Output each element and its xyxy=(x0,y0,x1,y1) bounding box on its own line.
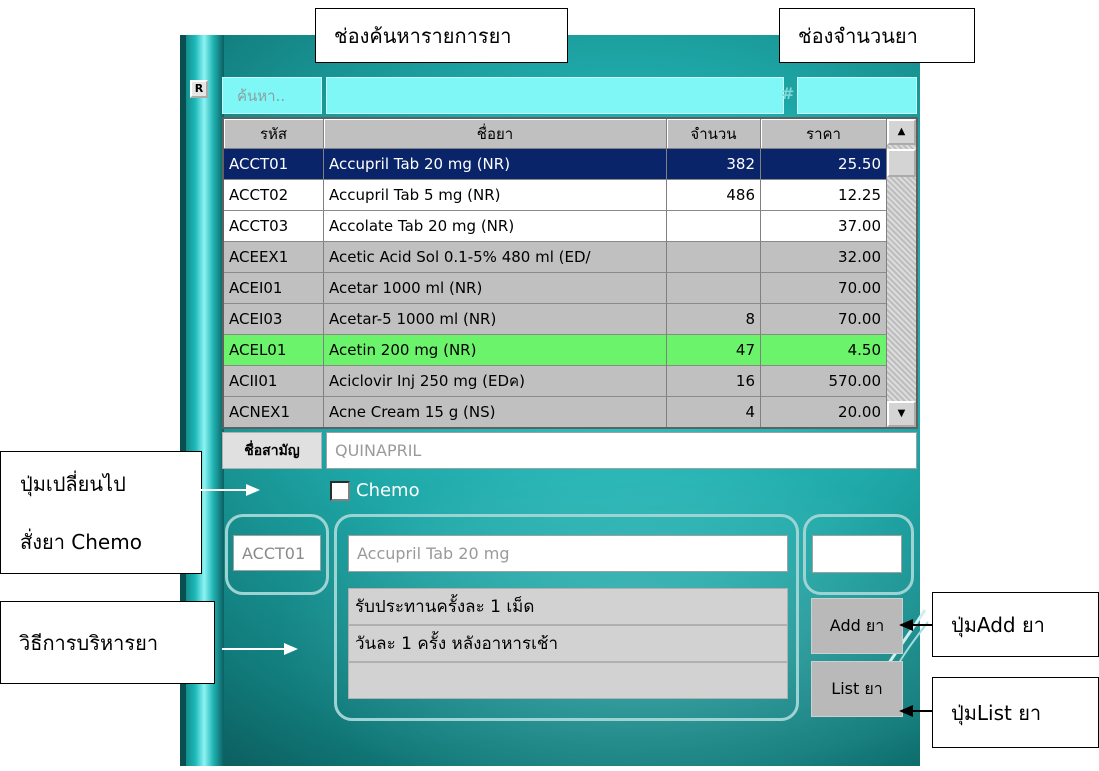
cell-price: 70.00 xyxy=(761,273,887,304)
cell-code: ACNEX1 xyxy=(224,397,324,427)
cell-name: Acne Cream 15 g (NS) xyxy=(324,397,667,427)
cell-qty: 47 xyxy=(667,335,761,366)
annotation-quantity: ช่องจำนวนยา xyxy=(779,8,975,63)
table-row[interactable]: ACEI01 Acetar 1000 ml (NR) 70.00 xyxy=(224,273,887,304)
cell-name: Acetar 1000 ml (NR) xyxy=(324,273,667,304)
cell-price: 37.00 xyxy=(761,211,887,242)
table-row[interactable]: ACCT02 Accupril Tab 5 mg (NR) 486 12.25 xyxy=(224,180,887,211)
cell-qty: 8 xyxy=(667,304,761,335)
cell-code: ACCT01 xyxy=(224,149,324,180)
cell-name: Acetic Acid Sol 0.1-5% 480 ml (ED/ xyxy=(324,242,667,273)
annotation-search: ช่องค้นหารายการยา xyxy=(315,8,568,63)
menu-toggle-button[interactable]: R xyxy=(190,80,208,98)
chemo-checkbox[interactable] xyxy=(330,481,350,501)
instruction-line-2[interactable]: วันละ 1 ครั้ง หลังอาหารเช้า xyxy=(348,625,788,662)
table-row[interactable]: ACCT01 Accupril Tab 20 mg (NR) 382 25.50 xyxy=(224,149,887,180)
cell-name: Accupril Tab 20 mg (NR) xyxy=(324,149,667,180)
table-row[interactable]: ACEI03 Acetar-5 1000 ml (NR) 8 70.00 xyxy=(224,304,887,335)
cell-qty: 382 xyxy=(667,149,761,180)
cell-price: 70.00 xyxy=(761,304,887,335)
add-drug-button[interactable]: Add ยา xyxy=(811,598,903,654)
cell-price: 32.00 xyxy=(761,242,887,273)
cell-qty xyxy=(667,242,761,273)
table-row[interactable]: ACNEX1 Acne Cream 15 g (NS) 4 20.00 xyxy=(224,397,887,427)
drug-name-field[interactable]: Accupril Tab 20 mg xyxy=(348,535,788,572)
instruction-line-1[interactable]: รับประทานครั้งละ 1 เม็ด xyxy=(348,588,788,625)
column-header-price[interactable]: ราคา xyxy=(761,119,887,149)
arrow-left-icon xyxy=(899,619,913,631)
order-quantity-field[interactable] xyxy=(812,535,902,573)
arrow-list-line xyxy=(913,710,932,712)
cell-name: Accupril Tab 5 mg (NR) xyxy=(324,180,667,211)
column-header-code[interactable]: รหัส xyxy=(224,119,324,149)
table-scrollbar[interactable]: ▲ ▼ xyxy=(887,119,916,427)
column-header-name[interactable]: ชื่อยา xyxy=(324,119,667,149)
arrow-right-icon xyxy=(246,484,260,496)
cell-price: 20.00 xyxy=(761,397,887,427)
search-placeholder-box[interactable]: ค้นหา.. xyxy=(222,77,322,114)
annotation-add: ปุ่มAdd ยา xyxy=(932,592,1099,657)
cell-qty xyxy=(667,211,761,242)
search-input[interactable] xyxy=(326,77,784,114)
list-drug-button[interactable]: List ยา xyxy=(811,661,903,717)
scroll-up-icon[interactable]: ▲ xyxy=(887,119,916,145)
cell-code: ACEI03 xyxy=(224,304,324,335)
quantity-hash-icon: # xyxy=(781,84,795,103)
cell-qty: 486 xyxy=(667,180,761,211)
column-header-quantity[interactable]: จำนวน xyxy=(667,119,761,149)
arrow-right-icon xyxy=(284,643,298,655)
cell-code: ACEEX1 xyxy=(224,242,324,273)
cell-name: Accolate Tab 20 mg (NR) xyxy=(324,211,667,242)
table-row[interactable]: ACII01 Aciclovir Inj 250 mg (EDค) 16 570.00 xyxy=(224,366,887,397)
table-row[interactable]: ACEEX1 Acetic Acid Sol 0.1-5% 480 ml (ED/… xyxy=(224,242,887,273)
table-row[interactable]: ACCT03 Accolate Tab 20 mg (NR) 37.00 xyxy=(224,211,887,242)
cell-price: 25.50 xyxy=(761,149,887,180)
table-header: รหัส ชื่อยา จำนวน ราคา xyxy=(224,119,887,149)
cell-qty: 4 xyxy=(667,397,761,427)
cell-code: ACII01 xyxy=(224,366,324,397)
cell-code: ACEI01 xyxy=(224,273,324,304)
drug-code-field: ACCT01 xyxy=(233,535,321,571)
arrow-chemo-line xyxy=(201,489,246,491)
annotation-chemo-line2: สั่งยา Chemo xyxy=(20,530,142,554)
generic-name-field: QUINAPRIL xyxy=(326,432,917,469)
cell-name: Aciclovir Inj 250 mg (EDค) xyxy=(324,366,667,397)
arrow-add-line xyxy=(913,624,932,626)
cell-price: 570.00 xyxy=(761,366,887,397)
cell-code: ACEL01 xyxy=(224,335,324,366)
cell-price: 4.50 xyxy=(761,335,887,366)
chemo-label: Chemo xyxy=(356,480,420,501)
table-row[interactable]: ACEL01 Acetin 200 mg (NR) 47 4.50 xyxy=(224,335,887,366)
cell-price: 12.25 xyxy=(761,180,887,211)
instruction-line-3[interactable] xyxy=(348,662,788,699)
cell-name: Acetin 200 mg (NR) xyxy=(324,335,667,366)
annotation-chemo-line1: ปุ่มเปลี่ยนไป xyxy=(20,472,126,496)
cell-code: ACCT03 xyxy=(224,211,324,242)
annotation-list: ปุ่มList ยา xyxy=(932,677,1099,748)
generic-name-label: ชื่อสามัญ xyxy=(222,432,322,469)
cell-code: ACCT02 xyxy=(224,180,324,211)
annotation-administration: วิธีการบริหารยา xyxy=(0,601,215,684)
quantity-input[interactable] xyxy=(797,77,917,114)
arrow-administration-line xyxy=(222,648,284,650)
cell-name: Acetar-5 1000 ml (NR) xyxy=(324,304,667,335)
drug-table[interactable]: รหัส ชื่อยา จำนวน ราคา ACCT01 Accupril Ta… xyxy=(222,117,918,429)
scroll-thumb[interactable] xyxy=(887,149,916,177)
scroll-down-icon[interactable]: ▼ xyxy=(887,401,916,427)
cell-qty xyxy=(667,273,761,304)
cell-qty: 16 xyxy=(667,366,761,397)
arrow-left-icon xyxy=(899,705,913,717)
